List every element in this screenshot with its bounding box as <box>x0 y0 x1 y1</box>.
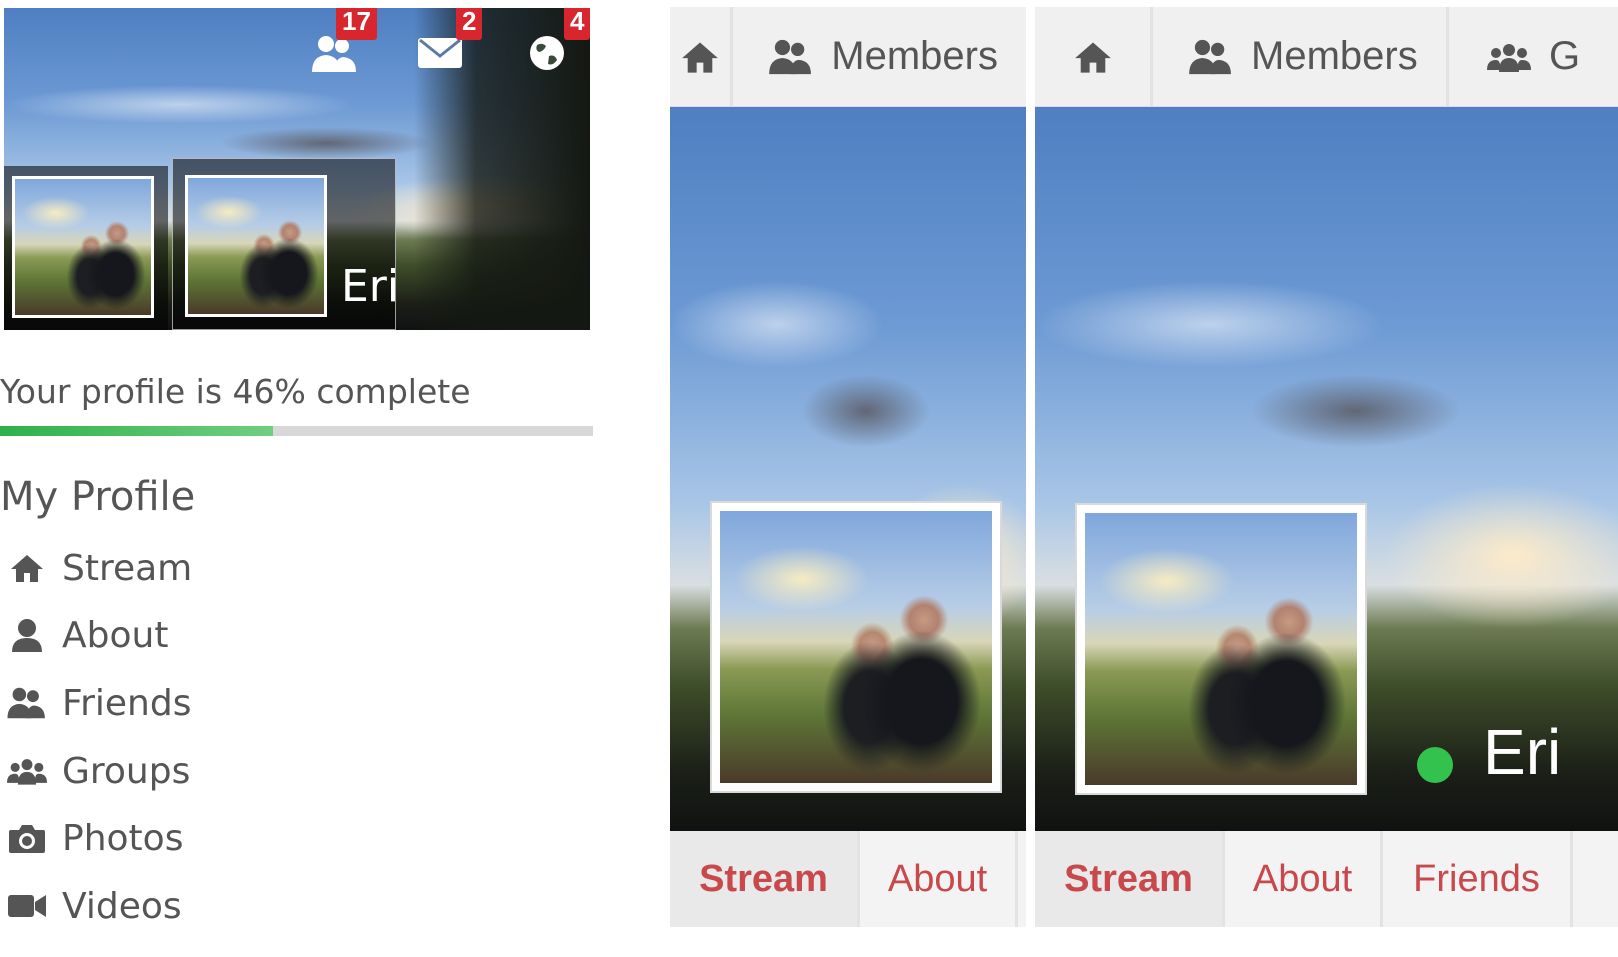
tab-label: Stream <box>1064 857 1193 900</box>
nav-label: Members <box>831 34 998 78</box>
cover-photo: Eri <box>1035 107 1618 831</box>
tab-label: About <box>887 857 988 900</box>
menu-item-photos[interactable]: Photos <box>6 812 183 864</box>
camera-icon <box>6 822 48 854</box>
avatar[interactable] <box>1077 505 1365 793</box>
top-navigation: Members <box>670 7 1026 107</box>
mobile-profile-preview: Members Stream About <box>670 7 1026 927</box>
menu-item-label: Friends <box>62 682 192 724</box>
nav-groups[interactable]: G <box>1449 7 1608 106</box>
menu-item-label: Groups <box>62 750 191 792</box>
groups-icon <box>1487 43 1531 72</box>
home-icon <box>6 553 48 583</box>
home-icon <box>682 41 719 73</box>
menu-item-label: Photos <box>62 817 184 859</box>
avatar-image <box>188 178 324 314</box>
nav-home[interactable] <box>670 7 734 106</box>
menu-item-videos[interactable]: Videos <box>6 880 182 932</box>
tab-about[interactable]: About <box>1225 831 1383 927</box>
avatar[interactable] <box>185 175 327 317</box>
globe-icon <box>530 36 564 70</box>
menu-item-friends[interactable]: Friends <box>6 677 191 729</box>
video-icon <box>6 892 48 920</box>
groups-icon <box>6 757 48 785</box>
friends-icon <box>1189 39 1231 74</box>
menu-item-about[interactable]: About <box>6 609 168 661</box>
tab-about[interactable]: About <box>860 831 1018 927</box>
friend-requests-button[interactable] <box>312 34 358 78</box>
nav-members[interactable]: Members <box>733 7 1026 106</box>
nav-home[interactable] <box>1035 7 1153 106</box>
notifications-badge: 4 <box>564 8 590 40</box>
tab-label: About <box>1252 857 1353 900</box>
avatar-image <box>15 179 151 315</box>
friends-icon <box>769 39 812 74</box>
tab-stream[interactable]: Stream <box>1035 831 1225 927</box>
tab-label: Friends <box>1413 857 1540 900</box>
cover-photo: 17 2 4 Eri <box>4 8 590 330</box>
friends-icon <box>6 686 48 720</box>
friend-requests-badge: 17 <box>336 8 377 40</box>
home-icon <box>1074 41 1111 73</box>
cover-photo <box>670 107 1026 831</box>
profile-tabs: Stream About <box>670 831 1026 927</box>
tab-friends[interactable]: Friends <box>1383 831 1573 927</box>
profile-progress-fill <box>0 426 273 436</box>
menu-item-groups[interactable]: Groups <box>6 745 190 797</box>
avatar-image <box>1085 513 1357 785</box>
messages-button[interactable] <box>418 36 462 74</box>
profile-tabs: Stream About Friends <box>1035 831 1618 927</box>
nav-members[interactable]: Members <box>1153 7 1449 106</box>
profile-progress-bar <box>0 426 593 436</box>
avatar[interactable] <box>712 503 1000 791</box>
avatar-hover-panel: Eri <box>172 158 400 330</box>
panel-divider <box>1026 7 1035 927</box>
menu-item-label: Videos <box>62 885 182 927</box>
mobile-profile-preview: Members G Eri Stream About Friends <box>1035 7 1618 927</box>
friends-icon <box>312 36 356 72</box>
tab-label: Stream <box>699 857 828 900</box>
profile-name: Eri <box>1483 716 1562 788</box>
envelope-icon <box>418 38 462 68</box>
menu-title: My Profile <box>0 474 196 520</box>
avatar-image <box>720 511 992 783</box>
menu-item-stream[interactable]: Stream <box>6 542 192 594</box>
profile-name: Eri <box>341 261 400 312</box>
profile-progress-text: Your profile is 46% complete <box>0 372 471 411</box>
nav-label: G <box>1549 34 1581 78</box>
notifications-button[interactable] <box>528 34 566 76</box>
avatar-container <box>4 166 168 330</box>
messages-badge: 2 <box>456 8 483 40</box>
tab-stream[interactable]: Stream <box>670 831 860 927</box>
menu-item-label: Stream <box>62 547 193 589</box>
avatar[interactable] <box>12 176 154 318</box>
menu-item-label: About <box>62 614 169 656</box>
online-status-indicator <box>1417 747 1453 783</box>
nav-label: Members <box>1251 34 1418 78</box>
top-navigation: Members G <box>1035 7 1618 107</box>
user-icon <box>6 618 48 652</box>
